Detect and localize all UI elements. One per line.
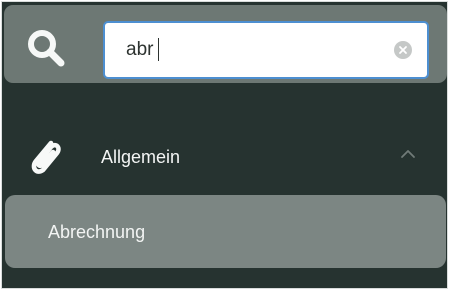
search-result-abrechnung[interactable]: Abrechnung [5, 195, 446, 268]
search-navigation-panel: Allgemein Abrechnung [1, 1, 448, 289]
search-icon [28, 30, 65, 67]
clear-icon[interactable] [394, 41, 412, 59]
category-allgemein[interactable]: Allgemein [2, 125, 445, 187]
text-caret [158, 38, 159, 61]
search-input[interactable] [105, 23, 385, 77]
paperclip-icon [31, 140, 61, 174]
search-result-label: Abrechnung [48, 222, 146, 242]
search-bar [4, 5, 447, 83]
category-label: Allgemein [101, 147, 181, 167]
chevron-up-icon[interactable] [400, 149, 416, 159]
search-field[interactable] [103, 21, 429, 79]
